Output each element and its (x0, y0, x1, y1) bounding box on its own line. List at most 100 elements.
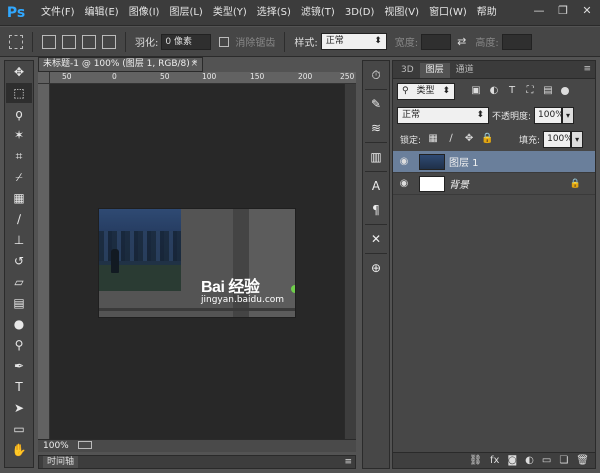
blur-tool-icon[interactable]: ● (6, 314, 32, 334)
path-selection-tool-icon[interactable]: ➤ (6, 398, 32, 418)
style-select[interactable]: 正常 ⬍ (320, 33, 387, 50)
lock-row: 锁定: ▦ ∕ ✥ 🔒 填充: 100% ▾ (393, 127, 595, 151)
menu-bar: Ps 文件(F) 编辑(E) 图像(I) 图层(L) 类型(Y) 选择(S) 滤… (0, 0, 600, 26)
clone-stamp-tool-icon[interactable]: ⊥ (6, 230, 32, 250)
menu-filter[interactable]: 滤镜(T) (296, 0, 340, 26)
intersect-selection-icon[interactable] (102, 34, 116, 49)
tab-3d[interactable]: 3D (395, 63, 420, 78)
lock-all-icon[interactable]: 🔒 (481, 133, 493, 145)
lock-position-icon[interactable]: ✥ (463, 133, 475, 145)
eye-icon[interactable]: ◉ (393, 156, 415, 167)
menu-select[interactable]: 选择(S) (252, 0, 296, 26)
menu-image[interactable]: 图像(I) (124, 0, 165, 26)
filter-adjustment-icon[interactable]: ◐ (488, 85, 500, 97)
marquee-tool-preset-icon[interactable] (9, 34, 23, 49)
lasso-tool-icon[interactable]: ϙ (6, 104, 32, 124)
eraser-tool-icon[interactable]: ▱ (6, 272, 32, 292)
filter-pixel-icon[interactable]: ▣ (470, 85, 482, 97)
marquee-tool-icon[interactable]: ⬚ (6, 83, 32, 103)
minimize-button[interactable]: — (528, 2, 550, 20)
hand-tool-icon[interactable]: ✋ (6, 440, 32, 460)
add-selection-icon[interactable] (62, 34, 76, 49)
menu-window[interactable]: 窗口(W) (424, 0, 472, 26)
eyedropper-tool-icon[interactable]: ⌿ (6, 167, 32, 187)
tab-layers[interactable]: 图层 (419, 63, 450, 78)
paragraph-icon[interactable]: ¶ (365, 200, 387, 220)
pen-tool-icon[interactable]: ✒ (6, 356, 32, 376)
fx-icon[interactable]: fx (490, 455, 499, 466)
vertical-ruler[interactable] (38, 84, 50, 439)
clone-source-icon[interactable]: ⊕ (365, 258, 387, 278)
vertical-scrollbar[interactable] (344, 84, 356, 439)
fill-label: 填充: (519, 135, 541, 146)
blend-mode-select[interactable]: 正常 ⬍ (397, 106, 489, 124)
rectangle-tool-icon[interactable]: ▭ (6, 419, 32, 439)
menu-file[interactable]: 文件(F) (36, 0, 80, 26)
tools-properties-icon[interactable]: ✕ (365, 229, 387, 249)
brush-panel-icon[interactable]: ≋ (365, 118, 387, 138)
menu-edit[interactable]: 编辑(E) (80, 0, 124, 26)
filter-type-icon[interactable]: T (506, 85, 518, 97)
timeline-menu-icon[interactable]: ≡ (344, 456, 352, 468)
healing-brush-tool-icon[interactable]: ▦ (6, 188, 32, 208)
adjustment-icon[interactable]: ◐ (525, 455, 534, 466)
dodge-tool-icon[interactable]: ⚲ (6, 335, 32, 355)
chevron-down-icon: ⬍ (442, 85, 450, 96)
tool-presets-icon[interactable]: ▥ (365, 147, 387, 167)
antialias-checkbox[interactable] (219, 36, 230, 47)
menu-help[interactable]: 帮助 (472, 0, 502, 26)
group-icon[interactable]: ▭ (542, 455, 551, 466)
lock-image-icon[interactable]: ∕ (445, 133, 457, 145)
menu-type[interactable]: 类型(Y) (208, 0, 252, 26)
mask-icon[interactable]: ◙ (507, 455, 517, 466)
subtract-selection-icon[interactable] (82, 34, 96, 49)
menu-3d[interactable]: 3D(D) (340, 0, 380, 26)
document-info-icon[interactable] (77, 441, 92, 449)
crop-tool-icon[interactable]: ⌗ (6, 146, 32, 166)
new-selection-icon[interactable] (42, 34, 56, 49)
close-document-icon[interactable]: × (190, 58, 198, 71)
opacity-dropdown-icon[interactable]: ▾ (562, 106, 575, 124)
move-tool-icon[interactable]: ✥ (6, 62, 32, 82)
history-brush-tool-icon[interactable]: ↺ (6, 251, 32, 271)
menu-layer[interactable]: 图层(L) (164, 0, 207, 26)
swap-dimensions-icon[interactable]: ⇄ (457, 35, 466, 48)
ruler-origin[interactable] (38, 72, 50, 84)
menu-view[interactable]: 视图(V) (379, 0, 424, 26)
filter-shape-icon[interactable]: ⛶ (524, 85, 536, 97)
brush-tool-icon[interactable]: ∕ (6, 209, 32, 229)
feather-label: 羽化: (135, 38, 159, 49)
layer-filter-select[interactable]: ⚲ 类型 ⬍ (397, 82, 455, 100)
document-canvas[interactable]: Bai 经验 jingyan.baidu.com (98, 208, 296, 318)
lock-transparent-icon[interactable]: ▦ (427, 133, 439, 145)
layer-row-background[interactable]: ◉ 背景 🔒 (393, 173, 595, 195)
layer-row-layer1[interactable]: ◉ 图层 1 (393, 151, 595, 173)
document-tab[interactable]: 未标题-1 @ 100% (图层 1, RGB/8) * × (38, 57, 203, 72)
eye-icon[interactable]: ◉ (393, 178, 415, 189)
width-input[interactable] (421, 33, 452, 50)
feather-input[interactable]: 0 像素 (161, 33, 212, 50)
fill-dropdown-icon[interactable]: ▾ (571, 130, 584, 148)
height-input[interactable] (501, 33, 532, 50)
filter-toggle-icon[interactable] (561, 87, 569, 95)
close-button[interactable]: ✕ (576, 2, 598, 20)
link-icon[interactable]: ⛓ (469, 455, 482, 466)
tab-timeline[interactable]: 时间轴 (43, 456, 79, 468)
filter-smart-object-icon[interactable]: ▤ (542, 85, 554, 97)
zoom-level[interactable]: 100% (43, 441, 69, 451)
new-layer-icon[interactable]: ❏ (559, 455, 568, 466)
panel-menu-icon[interactable]: ≡ (583, 64, 591, 74)
gradient-tool-icon[interactable]: ▤ (6, 293, 32, 313)
magic-wand-tool-icon[interactable]: ✶ (6, 125, 32, 145)
restore-button[interactable]: ❐ (552, 2, 574, 20)
fill-input[interactable]: 100% (543, 130, 573, 148)
brush-presets-icon[interactable]: ✎ (365, 94, 387, 114)
horizontal-ruler[interactable]: 50 0 50 100 150 200 250 (50, 72, 356, 84)
opacity-input[interactable]: 100% (534, 106, 564, 124)
history-icon[interactable]: ⏱ (365, 65, 387, 85)
separator (365, 171, 387, 172)
tab-channels[interactable]: 通道 (450, 63, 480, 78)
type-tool-icon[interactable]: T (6, 377, 32, 397)
character-icon[interactable]: A (365, 176, 387, 196)
trash-icon[interactable]: 🗑 (576, 455, 589, 466)
